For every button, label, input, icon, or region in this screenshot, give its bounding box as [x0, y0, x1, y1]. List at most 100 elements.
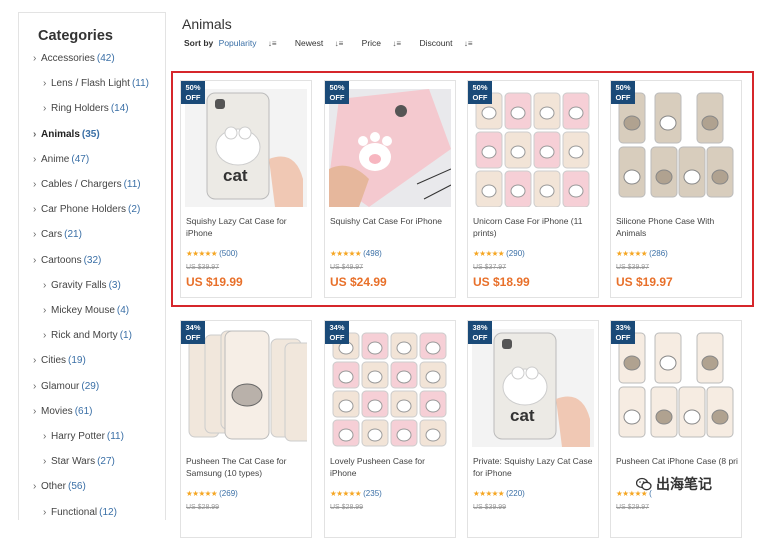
- sidebar-item-movies[interactable]: › Movies (61): [33, 406, 92, 417]
- sidebar-item-lens-flash-light[interactable]: › Lens / Flash Light (11): [43, 78, 149, 89]
- sidebar-item-label: Harry Potter: [51, 431, 105, 442]
- watermark: 出海笔记: [636, 474, 712, 494]
- sidebar-item-car-phone-holders[interactable]: › Car Phone Holders (2): [33, 204, 140, 215]
- product-image[interactable]: [185, 329, 307, 447]
- discount-percent: 34%: [329, 323, 345, 332]
- wechat-icon: [636, 477, 652, 491]
- sort-bar: Sort by Popularity ↓≡ Newest ↓≡ Price ↓≡…: [184, 38, 489, 48]
- sort-desc-icon: ↓≡: [267, 39, 277, 48]
- chevron-right-icon: ›: [33, 355, 37, 366]
- sidebar-item-count: (2): [128, 204, 141, 215]
- sidebar-item-count: (11): [106, 431, 124, 442]
- sidebar-item-count: (29): [81, 381, 100, 392]
- review-count[interactable]: (269): [219, 489, 238, 498]
- chevron-right-icon: ›: [43, 103, 47, 114]
- product-name[interactable]: Private: Squishy Lazy Cat Case for iPhon…: [473, 455, 595, 479]
- sidebar-item-other[interactable]: › Other (56): [33, 481, 86, 492]
- product-card[interactable]: 33% OFF Pusheen Cat iPhone Case (8 pri ★★…: [610, 320, 742, 538]
- product-card[interactable]: cat 38% OFF Private: Squishy Lazy Cat Cas…: [467, 320, 599, 538]
- sidebar-item-label: Mickey Mouse: [51, 305, 115, 316]
- sidebar-item-gravity-falls[interactable]: › Gravity Falls (3): [43, 280, 121, 291]
- category-sidebar: Categories › Accessories (42) › Lens / Flash…: [18, 12, 166, 520]
- chevron-right-icon: ›: [33, 229, 37, 240]
- sidebar-item-label: Star Wars: [51, 456, 96, 467]
- product-image[interactable]: cat: [472, 329, 594, 447]
- rating-stars: ★★★★★ (220): [473, 489, 525, 498]
- chevron-right-icon: ›: [33, 406, 37, 417]
- sidebar-item-anime[interactable]: › Anime (47): [33, 154, 89, 165]
- product-name[interactable]: Pusheen Cat iPhone Case (8 pri: [616, 455, 738, 467]
- sidebar-item-rick-and-morty[interactable]: › Rick and Morty (1): [43, 330, 132, 341]
- sidebar-item-mickey-mouse[interactable]: › Mickey Mouse (4): [43, 305, 129, 316]
- sidebar-item-count: (11): [123, 179, 141, 190]
- discount-off-label: OFF: [472, 333, 488, 342]
- sort-discount-label: Discount: [419, 38, 453, 48]
- chevron-right-icon: ›: [33, 179, 37, 190]
- chevron-right-icon: ›: [43, 330, 47, 341]
- sidebar-item-label: Animals: [41, 129, 80, 140]
- chevron-right-icon: ›: [43, 78, 47, 89]
- sort-popularity-label: Popularity: [218, 38, 257, 48]
- sidebar-item-animals[interactable]: › Animals (35): [33, 129, 100, 140]
- sidebar-item-cables-chargers[interactable]: › Cables / Chargers (11): [33, 179, 141, 190]
- discount-badge: 38% OFF: [468, 321, 492, 344]
- sort-newest[interactable]: Newest ↓≡: [295, 38, 351, 48]
- sidebar-item-count: (1): [119, 330, 132, 341]
- sidebar-item-label: Functional: [51, 507, 98, 518]
- sidebar-item-glamour[interactable]: › Glamour (29): [33, 381, 99, 392]
- chevron-right-icon: ›: [33, 154, 37, 165]
- sidebar-item-cities[interactable]: › Cities (19): [33, 355, 86, 366]
- original-price: US $39.99: [473, 504, 507, 511]
- discount-badge: 33% OFF: [611, 321, 635, 344]
- star-icons: ★★★★★: [186, 489, 218, 498]
- review-count[interactable]: (235): [363, 489, 382, 498]
- review-count[interactable]: (220): [506, 489, 525, 498]
- product-image[interactable]: [329, 329, 451, 447]
- product-card[interactable]: 34% OFF Lovely Pusheen Case for iPhone ★★…: [324, 320, 456, 538]
- rating-stars: ★★★★★ (235): [330, 489, 382, 498]
- sidebar-item-cars[interactable]: › Cars (21): [33, 229, 82, 240]
- sidebar-item-count: (21): [64, 229, 82, 240]
- sidebar-title: Categories: [38, 28, 113, 44]
- sort-discount[interactable]: Discount ↓≡: [419, 38, 480, 48]
- chevron-right-icon: ›: [33, 129, 37, 140]
- discount-off-label: OFF: [185, 333, 201, 342]
- sidebar-item-ring-holders[interactable]: › Ring Holders (14): [43, 103, 129, 114]
- chevron-right-icon: ›: [43, 507, 47, 518]
- sidebar-item-count: (14): [110, 103, 129, 114]
- sort-popularity[interactable]: Popularity ↓≡: [219, 38, 285, 48]
- product-card[interactable]: 34% OFF Pusheen The Cat Case for Samsung …: [180, 320, 312, 538]
- discount-percent: 33%: [615, 323, 631, 332]
- chevron-right-icon: ›: [43, 280, 47, 291]
- chevron-right-icon: ›: [43, 305, 47, 316]
- product-name[interactable]: Pusheen The Cat Case for Samsung (10 typ…: [186, 455, 308, 479]
- sidebar-item-count: (61): [74, 406, 93, 417]
- chevron-right-icon: ›: [33, 381, 37, 392]
- sort-price-label: Price: [361, 38, 382, 48]
- sidebar-item-accessories[interactable]: › Accessories (42): [33, 53, 115, 64]
- sidebar-item-label: Gravity Falls: [51, 280, 107, 291]
- sidebar-item-count: (12): [99, 507, 117, 518]
- product-image[interactable]: [615, 329, 737, 447]
- sort-label: Sort by: [184, 38, 214, 48]
- sidebar-item-star-wars[interactable]: › Star Wars (27): [43, 456, 115, 467]
- star-icons: ★★★★★: [330, 489, 362, 498]
- chevron-right-icon: ›: [33, 53, 37, 64]
- sidebar-item-count: (47): [71, 154, 90, 165]
- chevron-right-icon: ›: [33, 255, 37, 266]
- sidebar-item-label: Car Phone Holders: [41, 204, 127, 215]
- original-price: US $28.99: [330, 504, 364, 511]
- sidebar-item-label: Cartoons: [41, 255, 82, 266]
- sort-asc-icon: ↓≡: [392, 39, 402, 48]
- sidebar-item-count: (3): [108, 280, 121, 291]
- sidebar-item-harry-potter[interactable]: › Harry Potter (11): [43, 431, 124, 442]
- product-name[interactable]: Lovely Pusheen Case for iPhone: [330, 455, 452, 479]
- star-icons: ★★★★★: [473, 489, 505, 498]
- sidebar-item-label: Other: [41, 481, 67, 492]
- sidebar-item-count: (19): [68, 355, 86, 366]
- sort-price[interactable]: Price ↓≡: [362, 38, 409, 48]
- page-title: Animals: [182, 16, 232, 32]
- sidebar-item-cartoons[interactable]: › Cartoons (32): [33, 255, 101, 266]
- sidebar-item-count: (4): [116, 305, 130, 316]
- sidebar-item-functional[interactable]: › Functional (12): [43, 507, 117, 518]
